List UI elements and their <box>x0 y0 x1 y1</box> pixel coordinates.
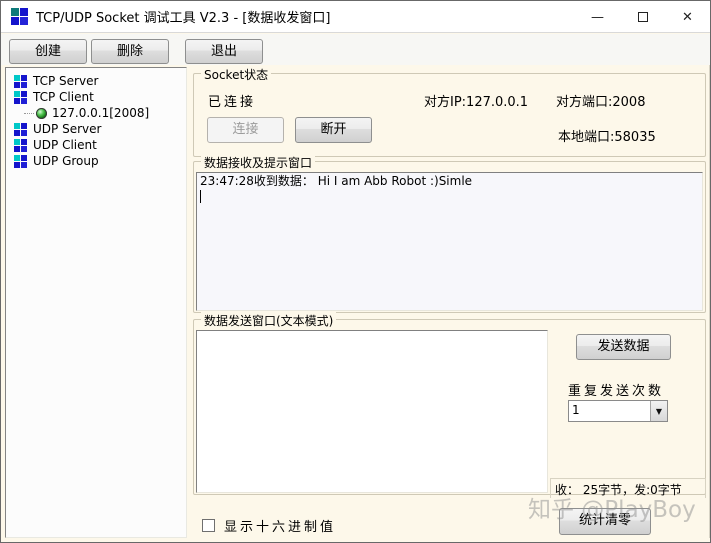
peer-port-label: 对方端口:2008 <box>556 95 646 110</box>
socket-node-icon <box>14 138 27 152</box>
send-input[interactable] <box>196 330 548 493</box>
tree-item-tcp-client[interactable]: TCP Client <box>6 89 186 105</box>
receive-log[interactable]: 23:47:28收到数据： Hi I am Abb Robot :)Simle <box>196 172 703 311</box>
maximize-button[interactable] <box>620 1 665 33</box>
hex-checkbox-label: 显示十六进制值 <box>224 520 337 535</box>
receive-group: 数据接收及提示窗口 23:47:28收到数据： Hi I am Abb Robo… <box>193 154 706 313</box>
tree-item-udp-group[interactable]: UDP Group <box>6 153 186 169</box>
socket-node-icon <box>14 122 27 136</box>
text-cursor <box>200 190 201 203</box>
minimize-button[interactable]: — <box>575 1 620 33</box>
send-group-title: 数据发送窗口(文本模式) <box>201 312 337 329</box>
tree-connector-line <box>24 112 34 114</box>
hex-checkbox[interactable] <box>202 519 215 532</box>
socket-node-icon <box>14 154 27 168</box>
receive-log-line: 23:47:28收到数据： Hi I am Abb Robot :)Simle <box>200 174 473 188</box>
connect-button[interactable]: 连接 <box>207 117 284 143</box>
tree-item-tcp-server[interactable]: TCP Server <box>6 73 186 89</box>
socket-status-group-title: Socket状态 <box>201 66 272 83</box>
repeat-count-value: 1 <box>572 403 580 417</box>
socket-status-group: Socket状态 已连接 对方IP:127.0.0.1 对方端口:2008 本地… <box>193 66 706 157</box>
title-bar: TCP/UDP Socket 调试工具 V2.3 - [数据收发窗口] — ✕ <box>1 1 710 33</box>
receive-group-title: 数据接收及提示窗口 <box>201 154 316 171</box>
create-button[interactable]: 创建 <box>9 39 87 64</box>
clear-stats-button[interactable]: 统计清零 <box>559 508 651 535</box>
socket-node-icon <box>14 74 27 88</box>
peer-ip-label: 对方IP:127.0.0.1 <box>424 95 529 110</box>
repeat-count-label: 重复发送次数 <box>568 384 665 399</box>
tree-item-label: UDP Server <box>33 122 102 136</box>
send-group: 数据发送窗口(文本模式) 发送数据 重复发送次数 1 ▼ 收： 25字节，发:0… <box>193 312 706 498</box>
data-exchange-panel: Socket状态 已连接 对方IP:127.0.0.1 对方端口:2008 本地… <box>189 65 710 538</box>
tree-item-label: UDP Client <box>33 138 97 152</box>
tree-item-label: 127.0.0.1[2008] <box>52 106 150 120</box>
tree-item-udp-client[interactable]: UDP Client <box>6 137 186 153</box>
app-window: TCP/UDP Socket 调试工具 V2.3 - [数据收发窗口] — ✕ … <box>0 0 711 543</box>
byte-stats-label: 收： 25字节，发:0字节 <box>550 478 706 498</box>
hex-display-option[interactable]: 显示十六进制值 <box>202 516 336 535</box>
repeat-count-select[interactable]: 1 ▼ <box>568 400 668 422</box>
socket-node-icon <box>14 90 27 104</box>
tree-item-connection[interactable]: 127.0.0.1[2008] <box>6 105 186 121</box>
app-icon <box>11 8 28 25</box>
window-controls: — ✕ <box>575 1 710 33</box>
close-button[interactable]: ✕ <box>665 1 710 33</box>
bottom-options-row: 显示十六进制值 统计清零 <box>193 501 706 538</box>
window-title: TCP/UDP Socket 调试工具 V2.3 - [数据收发窗口] <box>36 11 331 26</box>
tree-item-label: TCP Server <box>33 74 99 88</box>
tree-item-udp-server[interactable]: UDP Server <box>6 121 186 137</box>
tree-item-label: TCP Client <box>33 90 94 104</box>
chevron-down-icon[interactable]: ▼ <box>650 401 667 421</box>
maximize-icon <box>637 12 648 22</box>
exit-button[interactable]: 退出 <box>185 39 263 64</box>
tree-item-label: UDP Group <box>33 154 99 168</box>
send-data-button[interactable]: 发送数据 <box>576 334 671 360</box>
connection-state-label: 已连接 <box>208 95 257 110</box>
socket-tree: TCP Server TCP Client 127.0.0.1[2008] UD… <box>5 67 187 538</box>
toolbar: 创建 删除 退出 <box>1 34 710 65</box>
delete-button[interactable]: 删除 <box>91 39 169 64</box>
connected-status-icon <box>36 107 47 119</box>
disconnect-button[interactable]: 断开 <box>295 117 372 143</box>
local-port-label: 本地端口:58035 <box>558 130 656 145</box>
